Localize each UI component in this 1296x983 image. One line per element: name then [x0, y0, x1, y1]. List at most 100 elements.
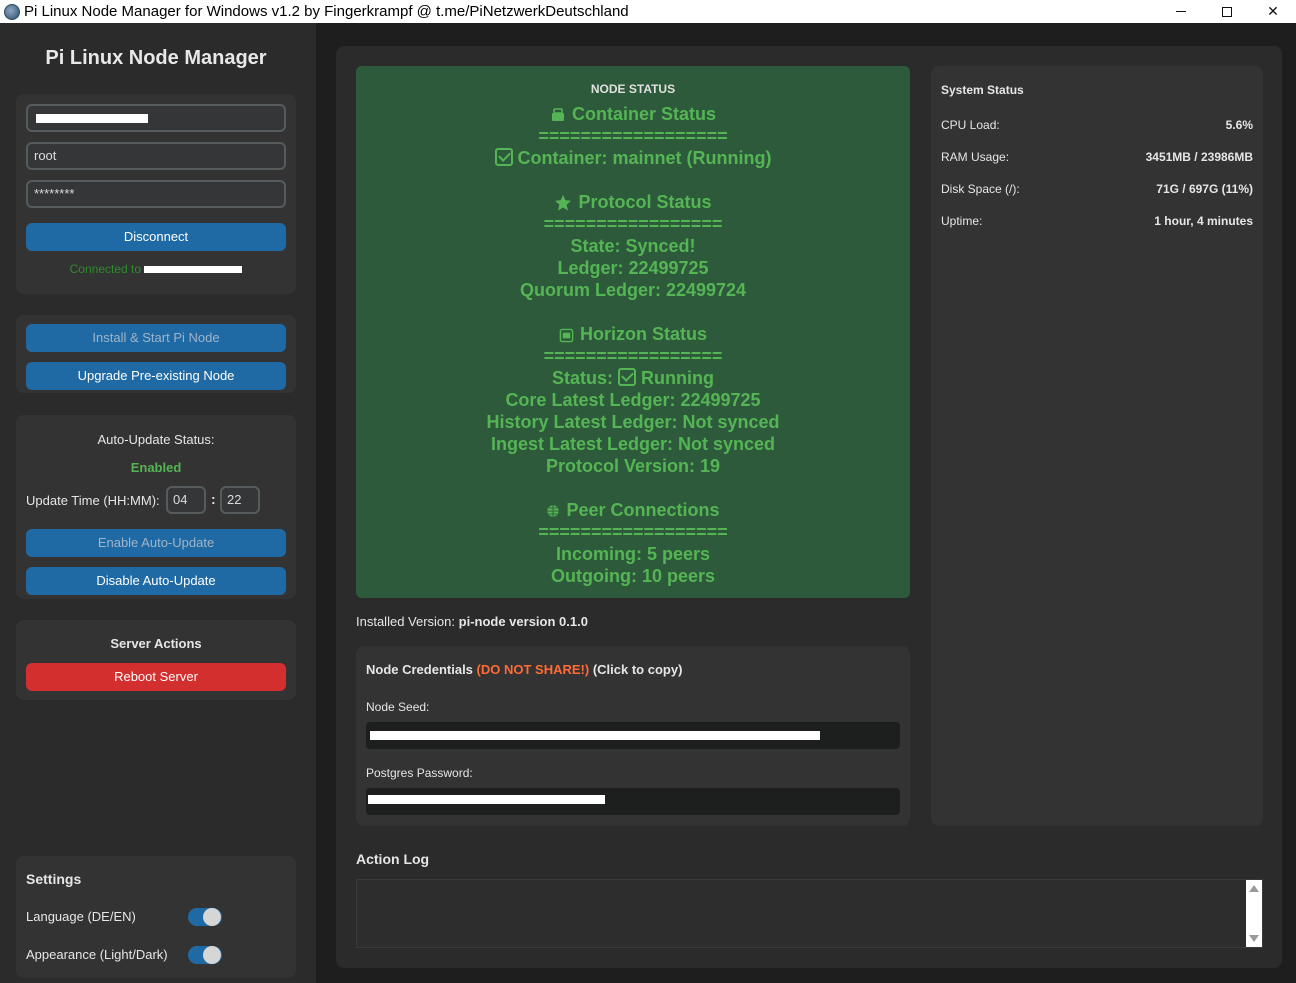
- redacted-seed: [370, 731, 820, 740]
- sidebar: Pi Linux Node Manager root ******** Disc…: [0, 23, 316, 983]
- settings-panel: Settings Language (DE/EN) Appearance (Li…: [16, 856, 296, 978]
- connection-status-text: Connected to: [69, 262, 142, 276]
- horizon-icon: [559, 328, 574, 343]
- ram-usage-label: RAM Usage:: [941, 150, 1010, 164]
- ledger: Ledger: 22499725: [557, 258, 709, 278]
- container-line-text: Container: mainnet (Running): [517, 148, 772, 168]
- uptime-value: 1 hour, 4 minutes: [1154, 214, 1253, 228]
- minimize-button[interactable]: [1158, 0, 1204, 23]
- horizon-status-title-text: Horizon Status: [579, 324, 707, 344]
- redacted-host: [36, 114, 148, 123]
- reboot-server-button[interactable]: Reboot Server: [26, 663, 286, 691]
- maximize-icon: [1222, 6, 1232, 17]
- postgres-password-label: Postgres Password:: [366, 766, 473, 780]
- protocol-status-title: Protocol Status: [356, 192, 910, 213]
- horizon-status-title: Horizon Status: [356, 324, 910, 345]
- action-log-scrollbar[interactable]: [1246, 880, 1262, 947]
- incoming-peers: Incoming: 5 peers: [555, 544, 711, 564]
- redacted-postgres-password: [368, 795, 605, 804]
- window-titlebar: Pi Linux Node Manager for Windows v1.2 b…: [0, 0, 1296, 23]
- auto-update-status-value: Enabled: [130, 460, 182, 475]
- redacted-address: [144, 266, 243, 274]
- installed-version-value: pi-node version 0.1.0: [458, 614, 588, 629]
- upgrade-node-button[interactable]: Upgrade Pre-existing Node: [26, 362, 286, 390]
- close-icon: ✕: [1267, 3, 1279, 19]
- node-seed-field[interactable]: [366, 722, 900, 749]
- cpu-load-label: CPU Load:: [941, 118, 1000, 132]
- cpu-load-value: 5.6%: [1225, 118, 1253, 132]
- core-latest-ledger: Core Latest Ledger: 22499725: [505, 390, 761, 410]
- update-hour-input[interactable]: 04: [166, 486, 206, 514]
- credentials-title-text: Node Credentials: [366, 662, 473, 677]
- disconnect-button[interactable]: Disconnect: [26, 223, 286, 251]
- installed-version: Installed Version: pi-node version 0.1.0: [356, 614, 588, 629]
- horizon-status-line: Status: Running: [356, 368, 910, 389]
- language-toggle[interactable]: [188, 908, 222, 926]
- node-seed-label: Node Seed:: [366, 700, 430, 714]
- connection-status: Connected to: [16, 262, 296, 276]
- outgoing-peers: Outgoing: 10 peers: [550, 566, 716, 586]
- scroll-down-icon[interactable]: [1249, 935, 1259, 942]
- history-latest-ledger: History Latest Ledger: Not synced: [486, 412, 780, 432]
- enable-auto-update-button[interactable]: Enable Auto-Update: [26, 529, 286, 557]
- divider: ==================: [538, 126, 728, 146]
- disk-space-value: 71G / 697G (11%): [1156, 182, 1253, 196]
- node-status-heading: NODE STATUS: [590, 82, 676, 96]
- credentials-title: Node Credentials (DO NOT SHARE!) (Click …: [366, 662, 682, 677]
- password-input[interactable]: ********: [26, 180, 286, 208]
- star-icon: [555, 195, 572, 211]
- credentials-warning: (DO NOT SHARE!): [476, 662, 590, 677]
- auto-update-status-label: Auto-Update Status:: [97, 432, 215, 447]
- settings-title: Settings: [26, 871, 82, 887]
- system-status-title: System Status: [941, 83, 1024, 97]
- disable-auto-update-button[interactable]: Disable Auto-Update: [26, 567, 286, 595]
- postgres-password-field[interactable]: [366, 788, 900, 815]
- window-controls: ✕: [1158, 0, 1296, 23]
- ingest-latest-ledger: Ingest Latest Ledger: Not synced: [490, 434, 776, 454]
- install-node-button[interactable]: Install & Start Pi Node: [26, 324, 286, 352]
- node-status-panel: NODE STATUS Container Status ===========…: [356, 66, 910, 598]
- divider: =================: [543, 346, 723, 366]
- system-status-panel: System Status CPU Load: 5.6% RAM Usage: …: [931, 66, 1263, 826]
- checkbox-icon: [618, 368, 637, 386]
- uptime-label: Uptime:: [941, 214, 983, 228]
- checkbox-icon: [494, 148, 513, 166]
- username-input[interactable]: root: [26, 142, 286, 170]
- divider: ==================: [538, 522, 728, 542]
- server-actions-title: Server Actions: [110, 636, 202, 651]
- ram-usage-value: 3451MB / 23986MB: [1145, 150, 1253, 164]
- main-content: NODE STATUS Container Status ===========…: [336, 46, 1282, 968]
- connection-panel: root ******** Disconnect Connected to: [16, 94, 296, 294]
- action-log-textarea[interactable]: [356, 879, 1263, 948]
- time-separator: :: [211, 491, 216, 507]
- toggle-knob: [203, 908, 221, 926]
- scroll-up-icon[interactable]: [1249, 885, 1259, 892]
- app-title: Pi Linux Node Manager: [45, 47, 267, 69]
- toggle-knob: [203, 946, 221, 964]
- window-title: Pi Linux Node Manager for Windows v1.2 b…: [24, 3, 629, 20]
- protocol-status-title-text: Protocol Status: [578, 192, 712, 212]
- horizon-status-value: Running: [641, 368, 715, 388]
- node-credentials-panel: Node Credentials (DO NOT SHARE!) (Click …: [356, 646, 910, 826]
- container-status-title: Container Status: [356, 104, 910, 125]
- installed-version-label: Installed Version:: [356, 614, 456, 629]
- maximize-button[interactable]: [1204, 0, 1250, 23]
- close-button[interactable]: ✕: [1250, 0, 1296, 23]
- app-logo-icon: [4, 3, 20, 20]
- quorum-ledger: Quorum Ledger: 22499724: [519, 280, 747, 300]
- container-line: Container: mainnet (Running): [356, 148, 910, 169]
- node-actions-panel: Install & Start Pi Node Upgrade Pre-exis…: [16, 315, 296, 393]
- language-label: Language (DE/EN): [26, 909, 136, 924]
- server-actions-panel: Server Actions Reboot Server: [16, 620, 296, 700]
- appearance-toggle[interactable]: [188, 946, 222, 964]
- peer-connections-title-text: Peer Connections: [566, 500, 720, 520]
- divider: =================: [543, 214, 723, 234]
- disk-space-label: Disk Space (/):: [941, 182, 1020, 196]
- container-status-title-text: Container Status: [571, 104, 717, 124]
- peer-connections-title: Peer Connections: [356, 500, 910, 521]
- protocol-version: Protocol Version: 19: [545, 456, 721, 476]
- update-minute-input[interactable]: 22: [220, 486, 260, 514]
- action-log-title: Action Log: [356, 851, 430, 867]
- update-time-label: Update Time (HH:MM):: [26, 493, 160, 508]
- credentials-hint: (Click to copy): [592, 662, 683, 677]
